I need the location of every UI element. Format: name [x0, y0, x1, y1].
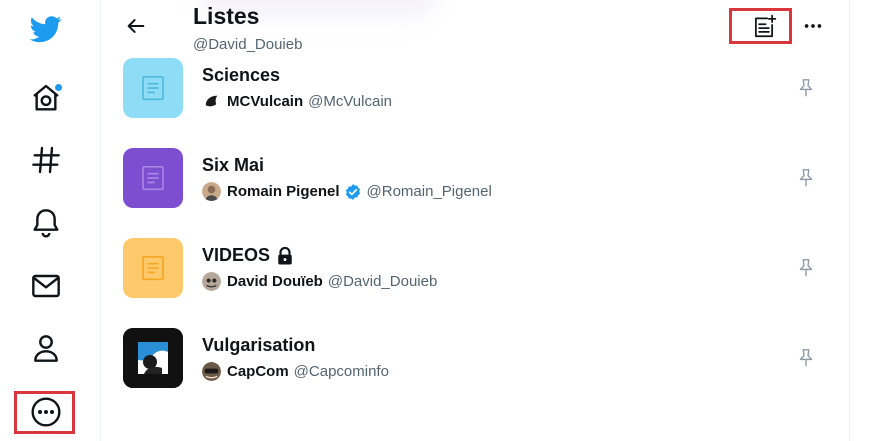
pin-icon: [799, 169, 813, 187]
list-thumbnail: [123, 58, 183, 118]
list-thumbnail: [123, 148, 183, 208]
back-button[interactable]: [118, 8, 154, 44]
list-doc-icon: [142, 255, 164, 281]
twitter-logo-icon: [30, 16, 62, 43]
avatar: [202, 272, 221, 291]
owner-handle: @David_Douieb: [327, 273, 438, 290]
list-owner: MCVulcain @McVulcain: [202, 92, 392, 111]
list-name: VIDEOS: [202, 245, 294, 266]
new-list-highlight: [729, 8, 792, 44]
page-handle: @David_Douieb: [193, 36, 303, 53]
sidebar-nav: [0, 0, 101, 441]
more-horizontal-icon: [804, 24, 822, 28]
more-options-button[interactable]: [797, 10, 829, 42]
mail-icon: [32, 274, 60, 298]
pin-button[interactable]: [794, 166, 818, 190]
pin-icon: [799, 349, 813, 367]
list-thumbnail: [123, 238, 183, 298]
list-doc-icon: [142, 75, 164, 101]
avatar: [202, 362, 221, 381]
pin-icon: [799, 79, 813, 97]
hashtag-icon: [32, 146, 60, 174]
bell-icon: [33, 209, 59, 238]
page-title: Listes: [193, 3, 260, 29]
avatar: [202, 92, 221, 111]
list-item-vulgarisation[interactable]: Vulgarisation CapCom @Capcominfo: [102, 328, 849, 418]
owner-name: David Douïeb: [227, 273, 323, 290]
arrow-left-icon: [127, 19, 145, 33]
list-item-six-mai[interactable]: Six Mai Romain Pigenel @Romain_Pigenel: [102, 148, 849, 238]
avatar: [202, 182, 221, 201]
profile-button[interactable]: [18, 320, 74, 376]
profile-icon: [34, 335, 58, 362]
list-item-sciences[interactable]: Sciences MCVulcain @McVulcain: [102, 58, 849, 148]
owner-name: MCVulcain: [227, 93, 304, 110]
lists-main-column: Listes @David_Douieb Sciences MCVulcain …: [102, 0, 850, 441]
pin-button[interactable]: [794, 256, 818, 280]
list-name: Vulgarisation: [202, 335, 316, 355]
list-owner: David Douïeb @David_Douieb: [202, 272, 437, 291]
messages-button[interactable]: [18, 258, 74, 314]
pin-icon: [799, 259, 813, 277]
pin-button[interactable]: [794, 76, 818, 100]
pin-button[interactable]: [794, 346, 818, 370]
owner-handle: @Romain_Pigenel: [366, 183, 492, 200]
list-thumbnail: [123, 328, 183, 388]
list-cover-image: [123, 328, 183, 388]
list-doc-icon: [142, 165, 164, 191]
owner-handle: @McVulcain: [308, 93, 392, 110]
list-item-videos[interactable]: VIDEOS David Douïeb @David_Douieb: [102, 238, 849, 328]
more-menu-highlight: [14, 391, 75, 434]
twitter-logo-button[interactable]: [18, 1, 74, 57]
list-owner: Romain Pigenel @Romain_Pigenel: [202, 182, 492, 201]
explore-button[interactable]: [18, 132, 74, 188]
verified-badge-icon: [344, 183, 362, 201]
owner-handle: @Capcominfo: [293, 363, 389, 380]
owner-name: CapCom: [227, 363, 289, 380]
list-name: Sciences: [202, 65, 281, 85]
list-owner: CapCom @Capcominfo: [202, 362, 389, 381]
lock-icon: [278, 246, 292, 265]
owner-name: Romain Pigenel: [227, 183, 340, 200]
notifications-button[interactable]: [18, 195, 74, 251]
home-button[interactable]: [18, 70, 74, 126]
list-name: Six Mai: [202, 155, 265, 175]
notification-dot: [55, 84, 62, 91]
